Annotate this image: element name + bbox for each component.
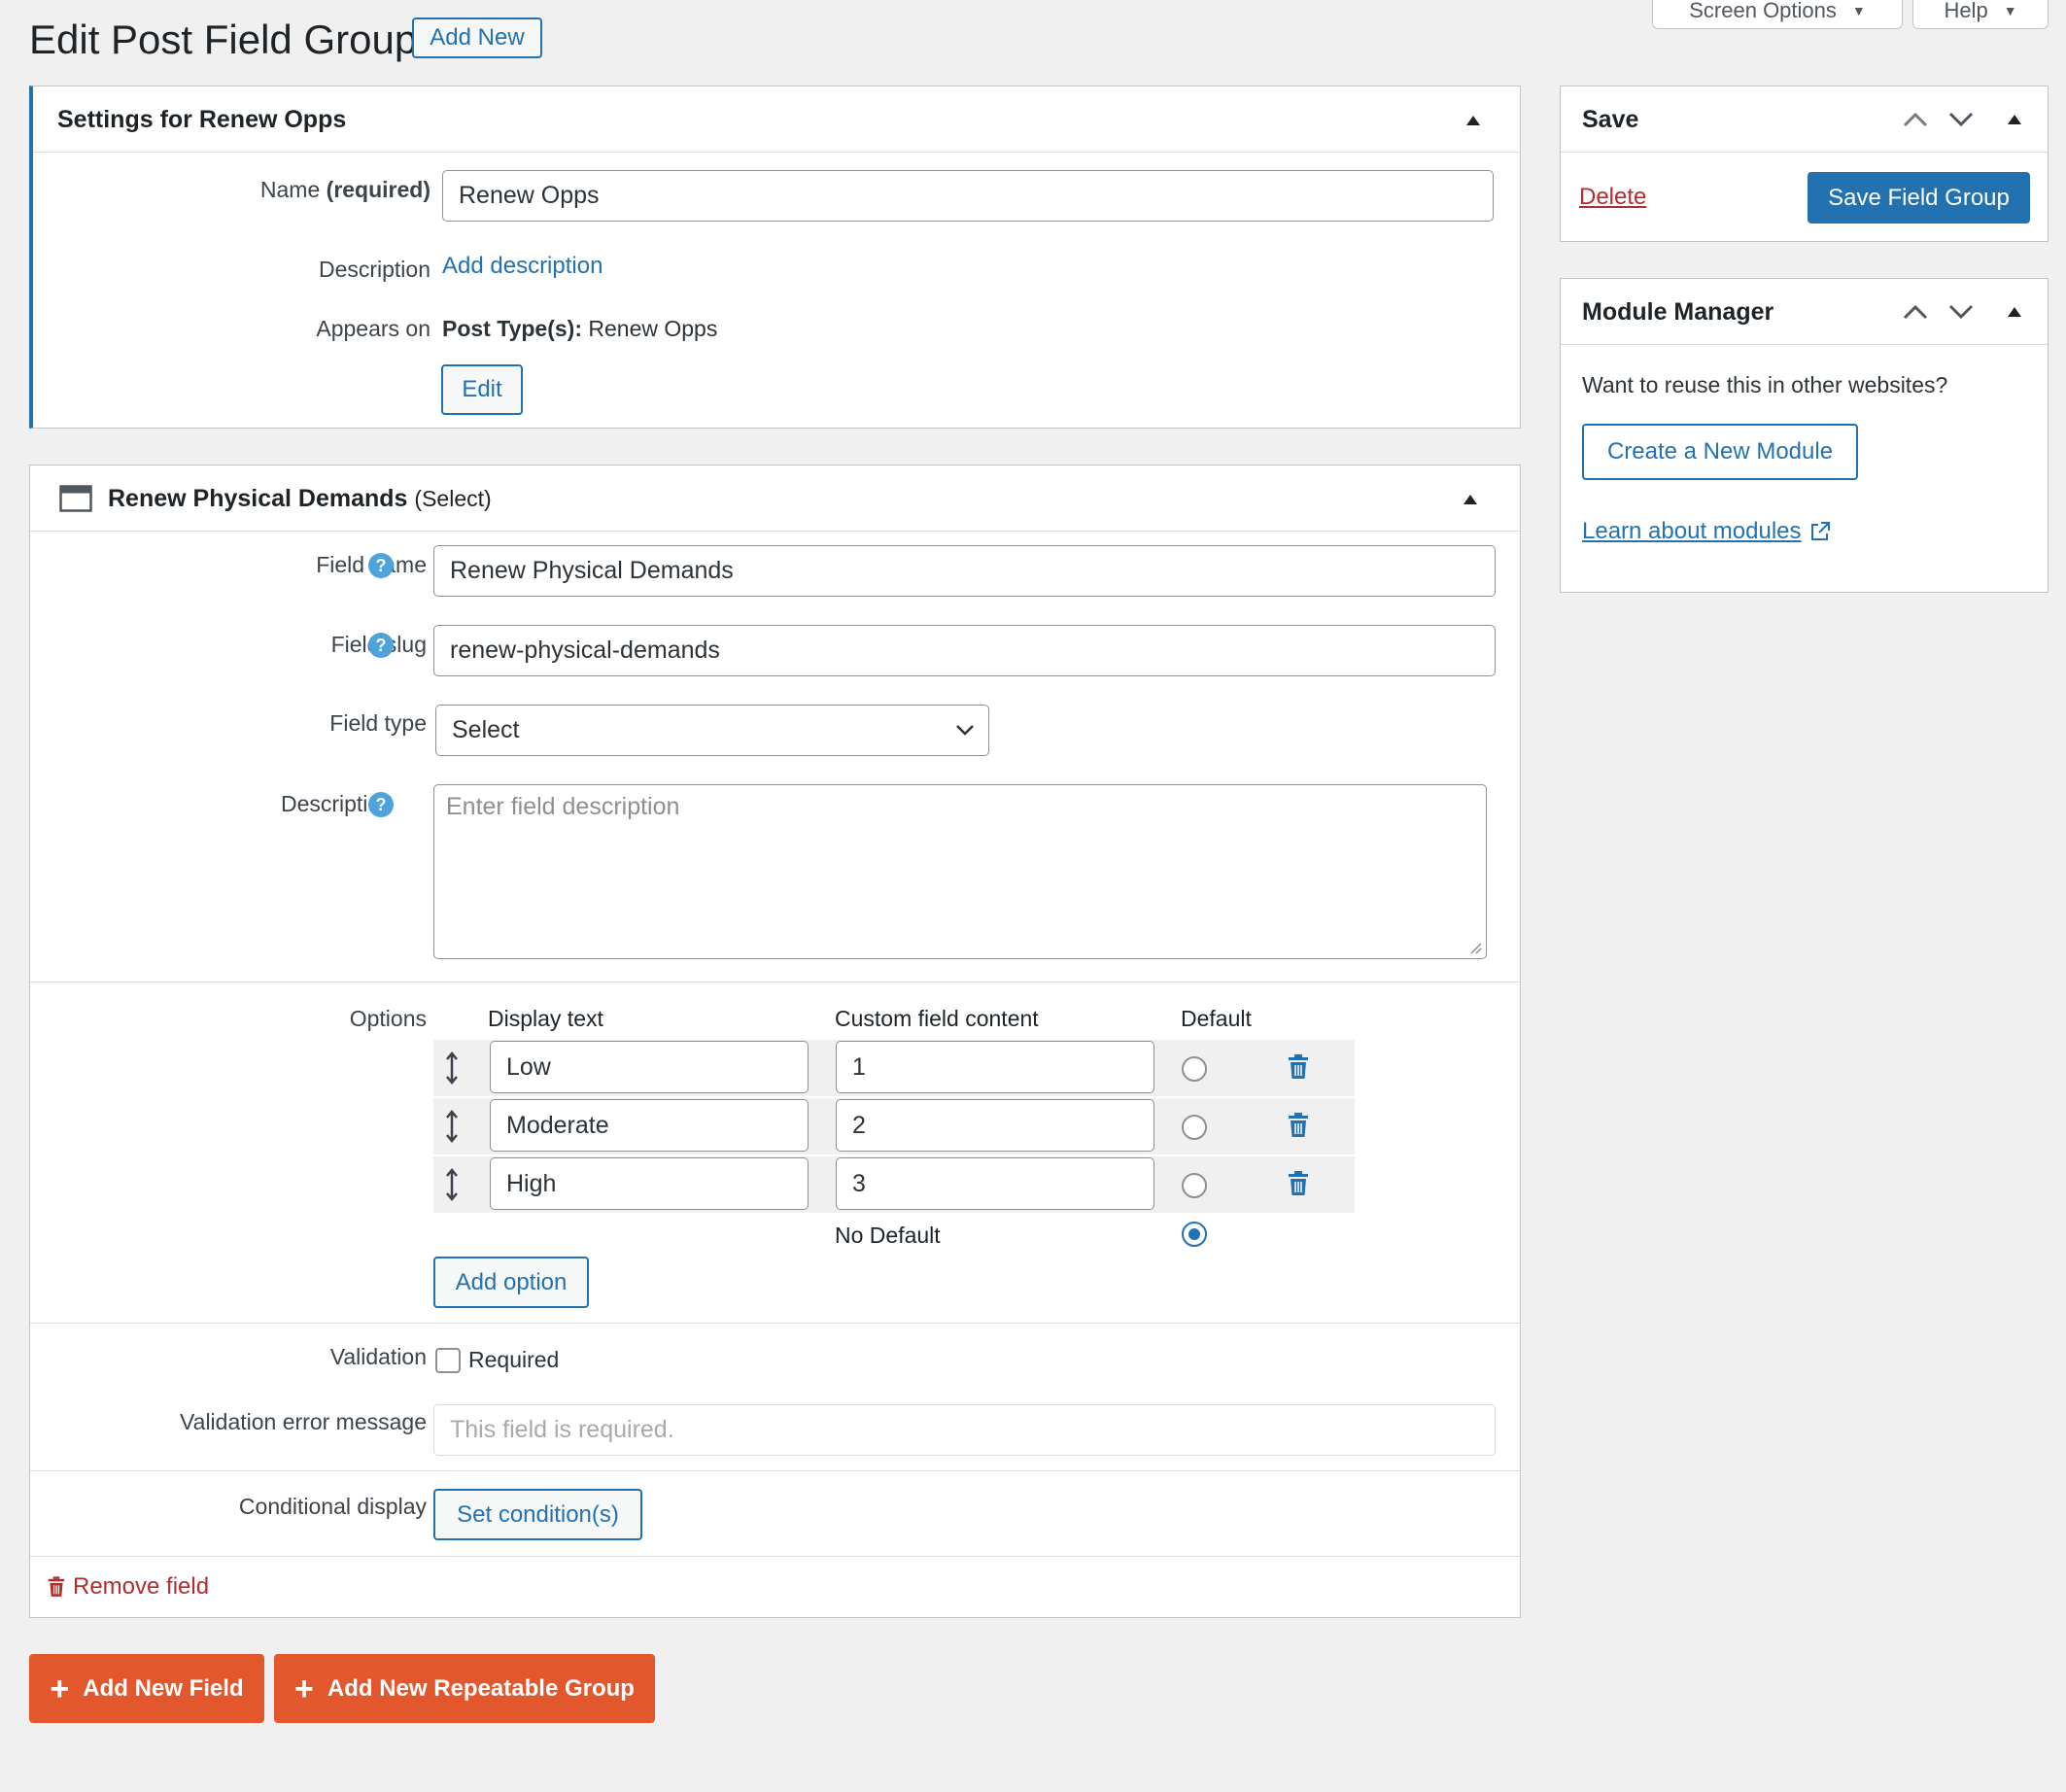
option-display-input[interactable]: High <box>490 1157 809 1210</box>
description-label: Description <box>318 257 430 282</box>
field-panel-header[interactable]: Renew Physical Demands (Select) <box>30 465 1520 532</box>
module-manager-panel: Module Manager Want to reuse this in oth… <box>1560 278 2049 593</box>
field-type-select[interactable]: Select <box>435 705 989 756</box>
option-display-input[interactable]: Low <box>490 1041 809 1093</box>
default-radio[interactable] <box>1182 1056 1207 1082</box>
save-panel-title: Save <box>1582 106 1639 133</box>
remove-field-link[interactable]: Remove field <box>48 1573 209 1601</box>
default-radio[interactable] <box>1182 1173 1207 1198</box>
settings-panel-title: Settings for Renew Opps <box>57 106 347 133</box>
help-label: Help <box>1944 0 1988 22</box>
validation-label: Validation <box>329 1344 427 1369</box>
external-link-icon <box>1810 522 1830 540</box>
save-field-group-button[interactable]: Save Field Group <box>1808 172 2030 224</box>
appears-on-label: Appears on <box>316 316 430 341</box>
trash-icon[interactable] <box>1288 1054 1309 1080</box>
col-default: Default <box>1181 1006 1252 1031</box>
page-title: Edit Post Field Group <box>29 17 418 62</box>
set-conditions-button[interactable]: Set condition(s) <box>433 1489 642 1540</box>
option-value-input[interactable]: 1 <box>836 1041 1154 1093</box>
collapse-icon[interactable] <box>1463 495 1477 504</box>
option-value-input[interactable]: 2 <box>836 1099 1154 1152</box>
field-panel: Renew Physical Demands (Select) Field na… <box>29 465 1521 1618</box>
trash-icon <box>48 1576 65 1597</box>
add-new-button[interactable]: Add New <box>412 17 542 58</box>
field-slug-input[interactable]: renew-physical-demands <box>433 625 1496 676</box>
screen-options-tab[interactable]: Screen Options ▼ <box>1652 0 1903 29</box>
trash-icon[interactable] <box>1288 1171 1309 1196</box>
collapse-icon[interactable] <box>2008 307 2021 317</box>
divider <box>30 1323 1520 1324</box>
field-panel-title: Renew Physical Demands (Select) <box>108 485 492 512</box>
divider <box>30 1556 1520 1557</box>
field-type-value: Select <box>452 716 520 743</box>
option-display-input[interactable]: Moderate <box>490 1099 809 1152</box>
learn-about-modules-link[interactable]: Learn about modules <box>1582 518 1831 545</box>
chevron-down-icon <box>956 725 974 736</box>
col-custom-field-content: Custom field content <box>835 1006 1039 1031</box>
save-panel-header[interactable]: Save <box>1561 86 2048 153</box>
chevron-down-icon[interactable] <box>1948 112 1974 127</box>
resize-handle-icon[interactable] <box>1468 941 1482 954</box>
create-new-module-button[interactable]: Create a New Module <box>1582 424 1858 480</box>
conditional-display-label: Conditional display <box>238 1494 427 1519</box>
validation-error-input[interactable]: This field is required. <box>433 1404 1496 1456</box>
add-new-repeatable-group-button[interactable]: + Add New Repeatable Group <box>274 1654 655 1723</box>
chevron-up-icon[interactable] <box>1903 112 1928 127</box>
drag-handle-icon[interactable] <box>444 1051 460 1085</box>
post-types-info: Post Type(s): Renew Opps <box>442 316 718 341</box>
collapse-icon[interactable] <box>1466 116 1480 125</box>
caret-down-icon: ▼ <box>1851 2 1866 18</box>
collapse-icon[interactable] <box>2008 115 2021 124</box>
no-default-radio[interactable] <box>1182 1222 1207 1247</box>
screen-options-label: Screen Options <box>1689 0 1837 22</box>
name-label: Name (required) <box>259 177 430 202</box>
help-tab[interactable]: Help ▼ <box>1912 0 2049 29</box>
field-type-label: Field type <box>329 710 427 736</box>
option-value-input[interactable]: 3 <box>836 1157 1154 1210</box>
trash-icon[interactable] <box>1288 1113 1309 1138</box>
edit-post-types-button[interactable]: Edit <box>441 364 523 415</box>
add-option-button[interactable]: Add option <box>433 1257 589 1308</box>
help-icon[interactable]: ? <box>368 792 394 817</box>
delete-link[interactable]: Delete <box>1579 184 1646 211</box>
no-default-label: No Default <box>835 1223 941 1248</box>
required-checkbox[interactable] <box>435 1348 461 1373</box>
default-radio[interactable] <box>1182 1115 1207 1140</box>
required-checkbox-label[interactable]: Required <box>468 1347 559 1373</box>
field-name-input[interactable]: Renew Physical Demands <box>433 545 1496 597</box>
field-description-textarea[interactable]: Enter field description <box>433 784 1487 959</box>
chevron-down-icon[interactable] <box>1948 304 1974 320</box>
divider <box>30 1470 1520 1471</box>
col-display-text: Display text <box>488 1006 603 1031</box>
validation-error-label: Validation error message <box>180 1409 427 1434</box>
drag-handle-icon[interactable] <box>444 1168 460 1201</box>
settings-panel: Settings for Renew Opps Name (required) … <box>29 86 1521 429</box>
help-icon[interactable]: ? <box>368 633 394 658</box>
drag-handle-icon[interactable] <box>444 1110 460 1143</box>
name-input[interactable]: Renew Opps <box>442 170 1494 222</box>
plus-icon: + <box>294 1670 314 1707</box>
module-manager-header[interactable]: Module Manager <box>1561 279 2048 345</box>
settings-panel-header[interactable]: Settings for Renew Opps <box>33 86 1520 153</box>
help-icon[interactable]: ? <box>368 553 394 578</box>
module-manager-title: Module Manager <box>1582 298 1774 326</box>
plus-icon: + <box>50 1670 70 1707</box>
chevron-up-icon[interactable] <box>1903 304 1928 320</box>
add-new-field-button[interactable]: + Add New Field <box>29 1654 264 1723</box>
options-label: Options <box>349 1006 427 1031</box>
caret-down-icon: ▼ <box>2003 2 2017 18</box>
save-panel: Save Delete Save Field Group <box>1560 86 2049 242</box>
module-prompt: Want to reuse this in other websites? <box>1582 372 1948 397</box>
add-description-link[interactable]: Add description <box>442 253 603 280</box>
select-field-icon <box>59 485 92 512</box>
